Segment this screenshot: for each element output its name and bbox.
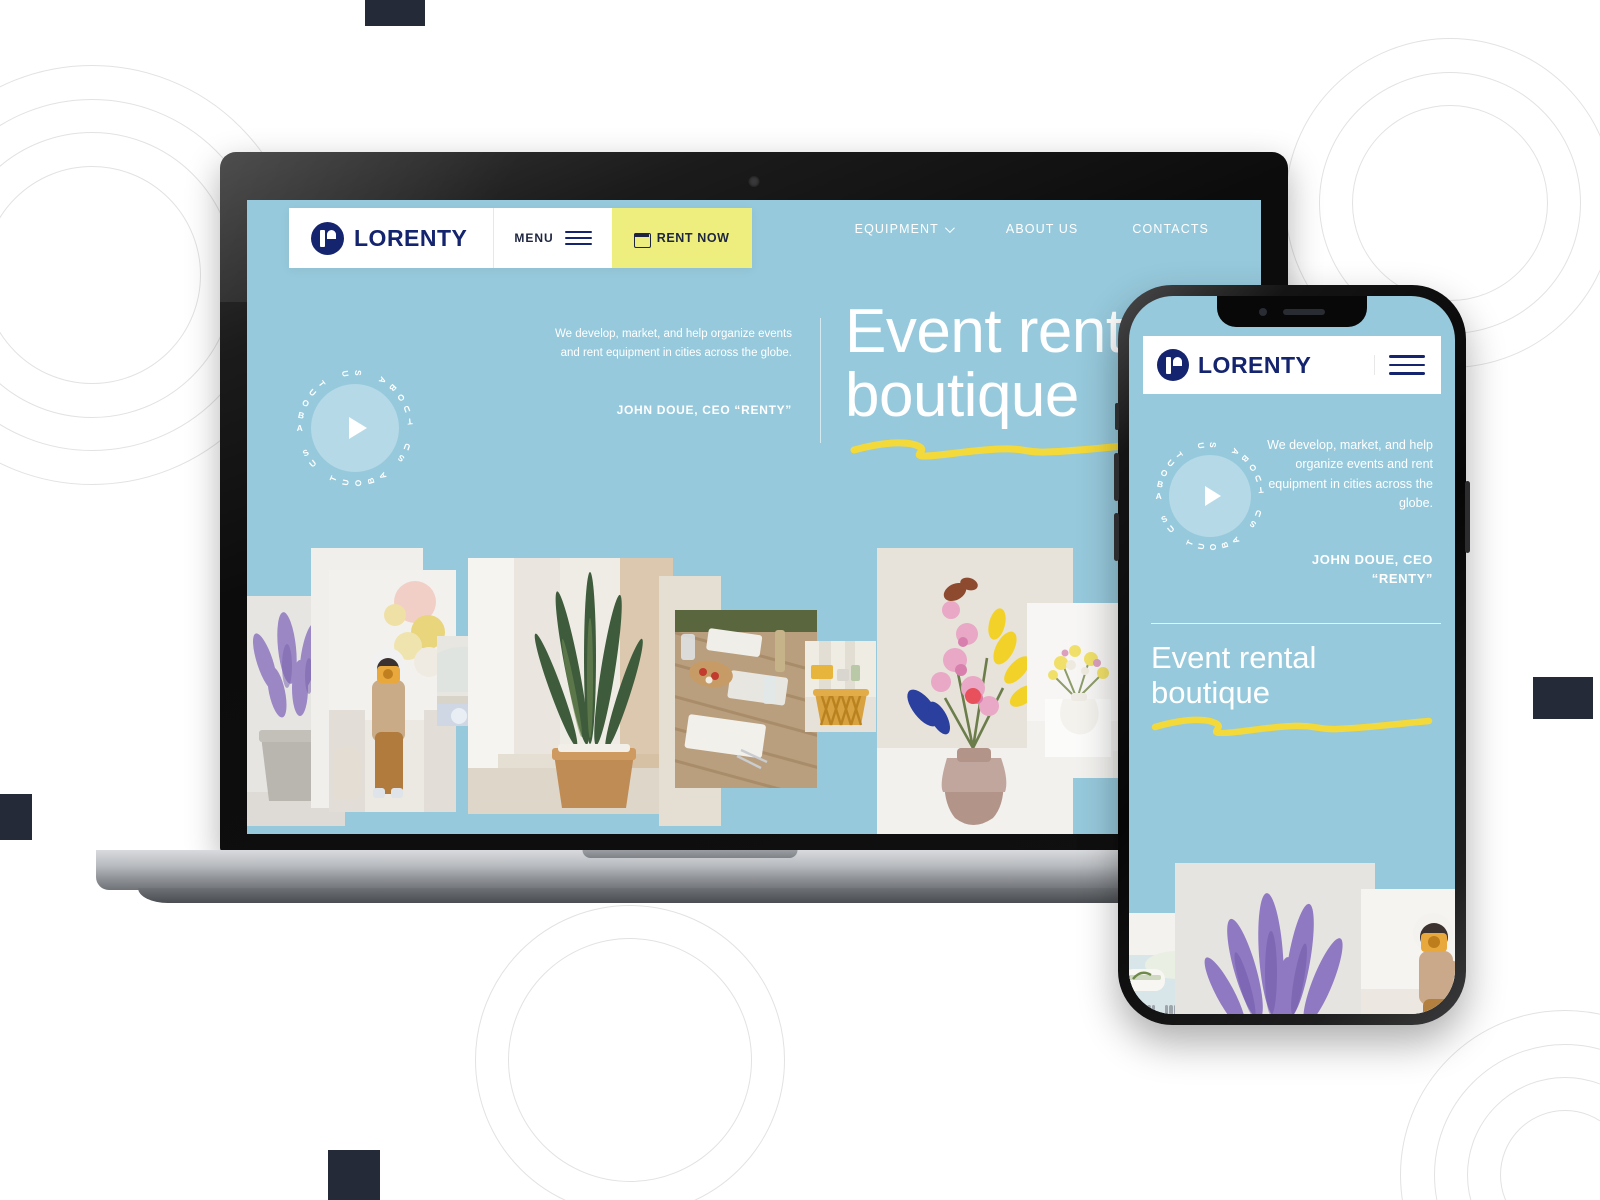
- chevron-down-icon: [944, 222, 955, 233]
- mobile-hero-title-line-1: Event rental: [1151, 640, 1317, 675]
- nav-link-about-us[interactable]: ABOUT US: [1006, 222, 1078, 236]
- hamburger-icon: [564, 231, 592, 245]
- hero-copy: We develop, market, and help organize ev…: [537, 325, 792, 417]
- gallery-image-outdoor-table-setting[interactable]: [675, 610, 817, 788]
- nav-link-about-us-label: ABOUT US: [1005, 222, 1079, 236]
- mobile-hero-author: JOHN DOUE, CEO “RENTY”: [1243, 550, 1433, 589]
- play-icon: [349, 417, 367, 439]
- phone-mockup: LORENTY ABOUT US ABOUT US ABOUT US We de…: [1114, 285, 1470, 1025]
- gallery-image-lavender-bouquet[interactable]: [1175, 863, 1375, 1014]
- mobile-hero-author-line-2: “RENTY”: [1371, 571, 1433, 586]
- nav-link-contacts-label: CONTACTS: [1132, 222, 1209, 236]
- about-us-play-badge[interactable]: ABOUT US ABOUT US ABOUT US: [295, 368, 415, 488]
- phone-silent-switch[interactable]: [1115, 403, 1119, 430]
- yellow-squiggle-underline-icon: [1151, 717, 1433, 737]
- mobile-brand-name: LORENTY: [1198, 351, 1312, 378]
- gallery-image-child-with-camera[interactable]: [1361, 889, 1455, 1014]
- phone-body: LORENTY ABOUT US ABOUT US ABOUT US We de…: [1114, 285, 1470, 1025]
- hero-divider: [820, 318, 821, 443]
- mobile-hero-author-line-1: JOHN DOUE, CEO: [1311, 551, 1433, 567]
- mobile-gallery: [1129, 841, 1455, 1014]
- hero-author: JOHN DOUE, CEO “RENTY”: [616, 402, 792, 417]
- hero-description: We develop, market, and help organize ev…: [555, 328, 792, 359]
- gallery-image-snake-plant-in-terracotta-pot[interactable]: [468, 558, 673, 814]
- play-button[interactable]: [311, 384, 399, 472]
- lorenty-circle-monogram-icon: [1157, 349, 1189, 381]
- mobile-hero-copy: We develop, market, and help organize ev…: [1243, 436, 1433, 589]
- rent-now-button[interactable]: RENT NOW: [611, 208, 752, 268]
- mobile-hero-title-line-2: boutique: [1151, 674, 1270, 710]
- phone-screen: LORENTY ABOUT US ABOUT US ABOUT US We de…: [1129, 296, 1455, 1014]
- phone-volume-up-button[interactable]: [1114, 453, 1119, 501]
- rent-now-label: RENT NOW: [656, 231, 730, 245]
- nav-link-equipment[interactable]: EQUIPMENT: [854, 222, 955, 236]
- logo-home-link[interactable]: LORENTY: [289, 208, 494, 268]
- mobile-play-button[interactable]: [1169, 455, 1251, 537]
- mobile-hero-description: We develop, market, and help organize ev…: [1267, 438, 1433, 511]
- decor-square-left: [0, 794, 32, 840]
- gallery-image-rattan-side-table[interactable]: [805, 641, 876, 732]
- brand-name: LORENTY: [354, 224, 468, 251]
- menu-button-label: MENU: [514, 231, 554, 245]
- phone-power-button[interactable]: [1465, 481, 1470, 553]
- yellow-squiggle-underline-icon: [850, 439, 1150, 460]
- mobile-hero-title: Event rental boutique: [1151, 640, 1433, 741]
- calendar-icon: [633, 231, 651, 248]
- decor-square-right: [1533, 677, 1593, 719]
- desktop-website: LORENTY MENU RENT NOW EQUIPMENT ABOUT US…: [247, 200, 1261, 834]
- decor-rings-bottom-middle: [475, 905, 785, 1200]
- decor-square-bottom: [328, 1150, 380, 1200]
- laptop-screen: LORENTY MENU RENT NOW EQUIPMENT ABOUT US…: [247, 200, 1261, 834]
- laptop-mockup: LORENTY MENU RENT NOW EQUIPMENT ABOUT US…: [96, 152, 1288, 925]
- menu-button[interactable]: MENU: [493, 208, 612, 268]
- decor-rings-bottom-right: [1400, 1010, 1600, 1200]
- mobile-hero-divider: [1151, 623, 1441, 624]
- phone-volume-down-button[interactable]: [1114, 513, 1119, 561]
- laptop-foot: [138, 888, 1242, 903]
- phone-notch: [1217, 296, 1367, 327]
- laptop-base: [96, 850, 1284, 890]
- play-icon: [1205, 486, 1221, 506]
- desktop-navbar: LORENTY MENU RENT NOW: [289, 208, 752, 268]
- desktop-gallery: [247, 548, 1261, 834]
- nav-link-contacts[interactable]: CONTACTS: [1132, 222, 1209, 236]
- mobile-logo-home-link[interactable]: LORENTY: [1157, 349, 1311, 381]
- front-camera-icon: [1259, 307, 1267, 316]
- nav-link-equipment-label: EQUIPMENT: [854, 222, 939, 236]
- laptop-camera-icon: [748, 176, 760, 187]
- earpiece-speaker-icon: [1283, 308, 1325, 315]
- mobile-navbar: LORENTY: [1143, 336, 1441, 394]
- mobile-menu-button[interactable]: [1374, 355, 1425, 375]
- desktop-nav-links: EQUIPMENT ABOUT US CONTACTS: [855, 222, 1209, 236]
- decor-square-top: [365, 0, 425, 26]
- lorenty-circle-monogram-icon: [311, 221, 344, 255]
